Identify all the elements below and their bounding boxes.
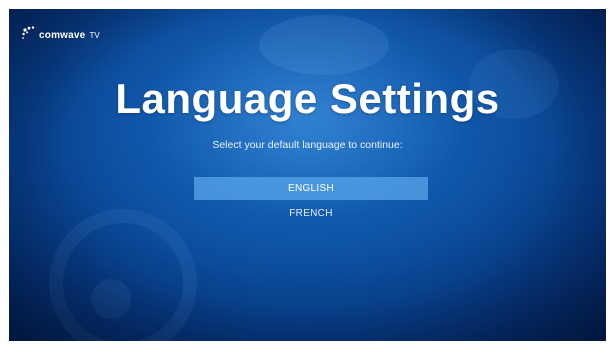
logo-suffix-text: TV: [89, 31, 100, 40]
page-subtitle: Select your default language to continue…: [212, 139, 403, 151]
language-option-english[interactable]: ENGLISH: [194, 177, 428, 200]
background-decoration: [49, 209, 197, 341]
background-decoration: [91, 279, 131, 319]
page-title: Language Settings: [115, 75, 500, 122]
tv-screen: comwave TV Language Settings Select your…: [9, 9, 606, 341]
language-option-french[interactable]: FRENCH: [194, 202, 428, 225]
background-decoration: [259, 15, 389, 75]
language-list: ENGLISH FRENCH: [194, 177, 428, 227]
comwave-dots-logo-icon: [22, 26, 35, 39]
logo-brand-text: comwave: [39, 30, 86, 41]
background-vignette: [9, 9, 606, 341]
comwave-tv-logo: comwave TV: [21, 25, 100, 41]
